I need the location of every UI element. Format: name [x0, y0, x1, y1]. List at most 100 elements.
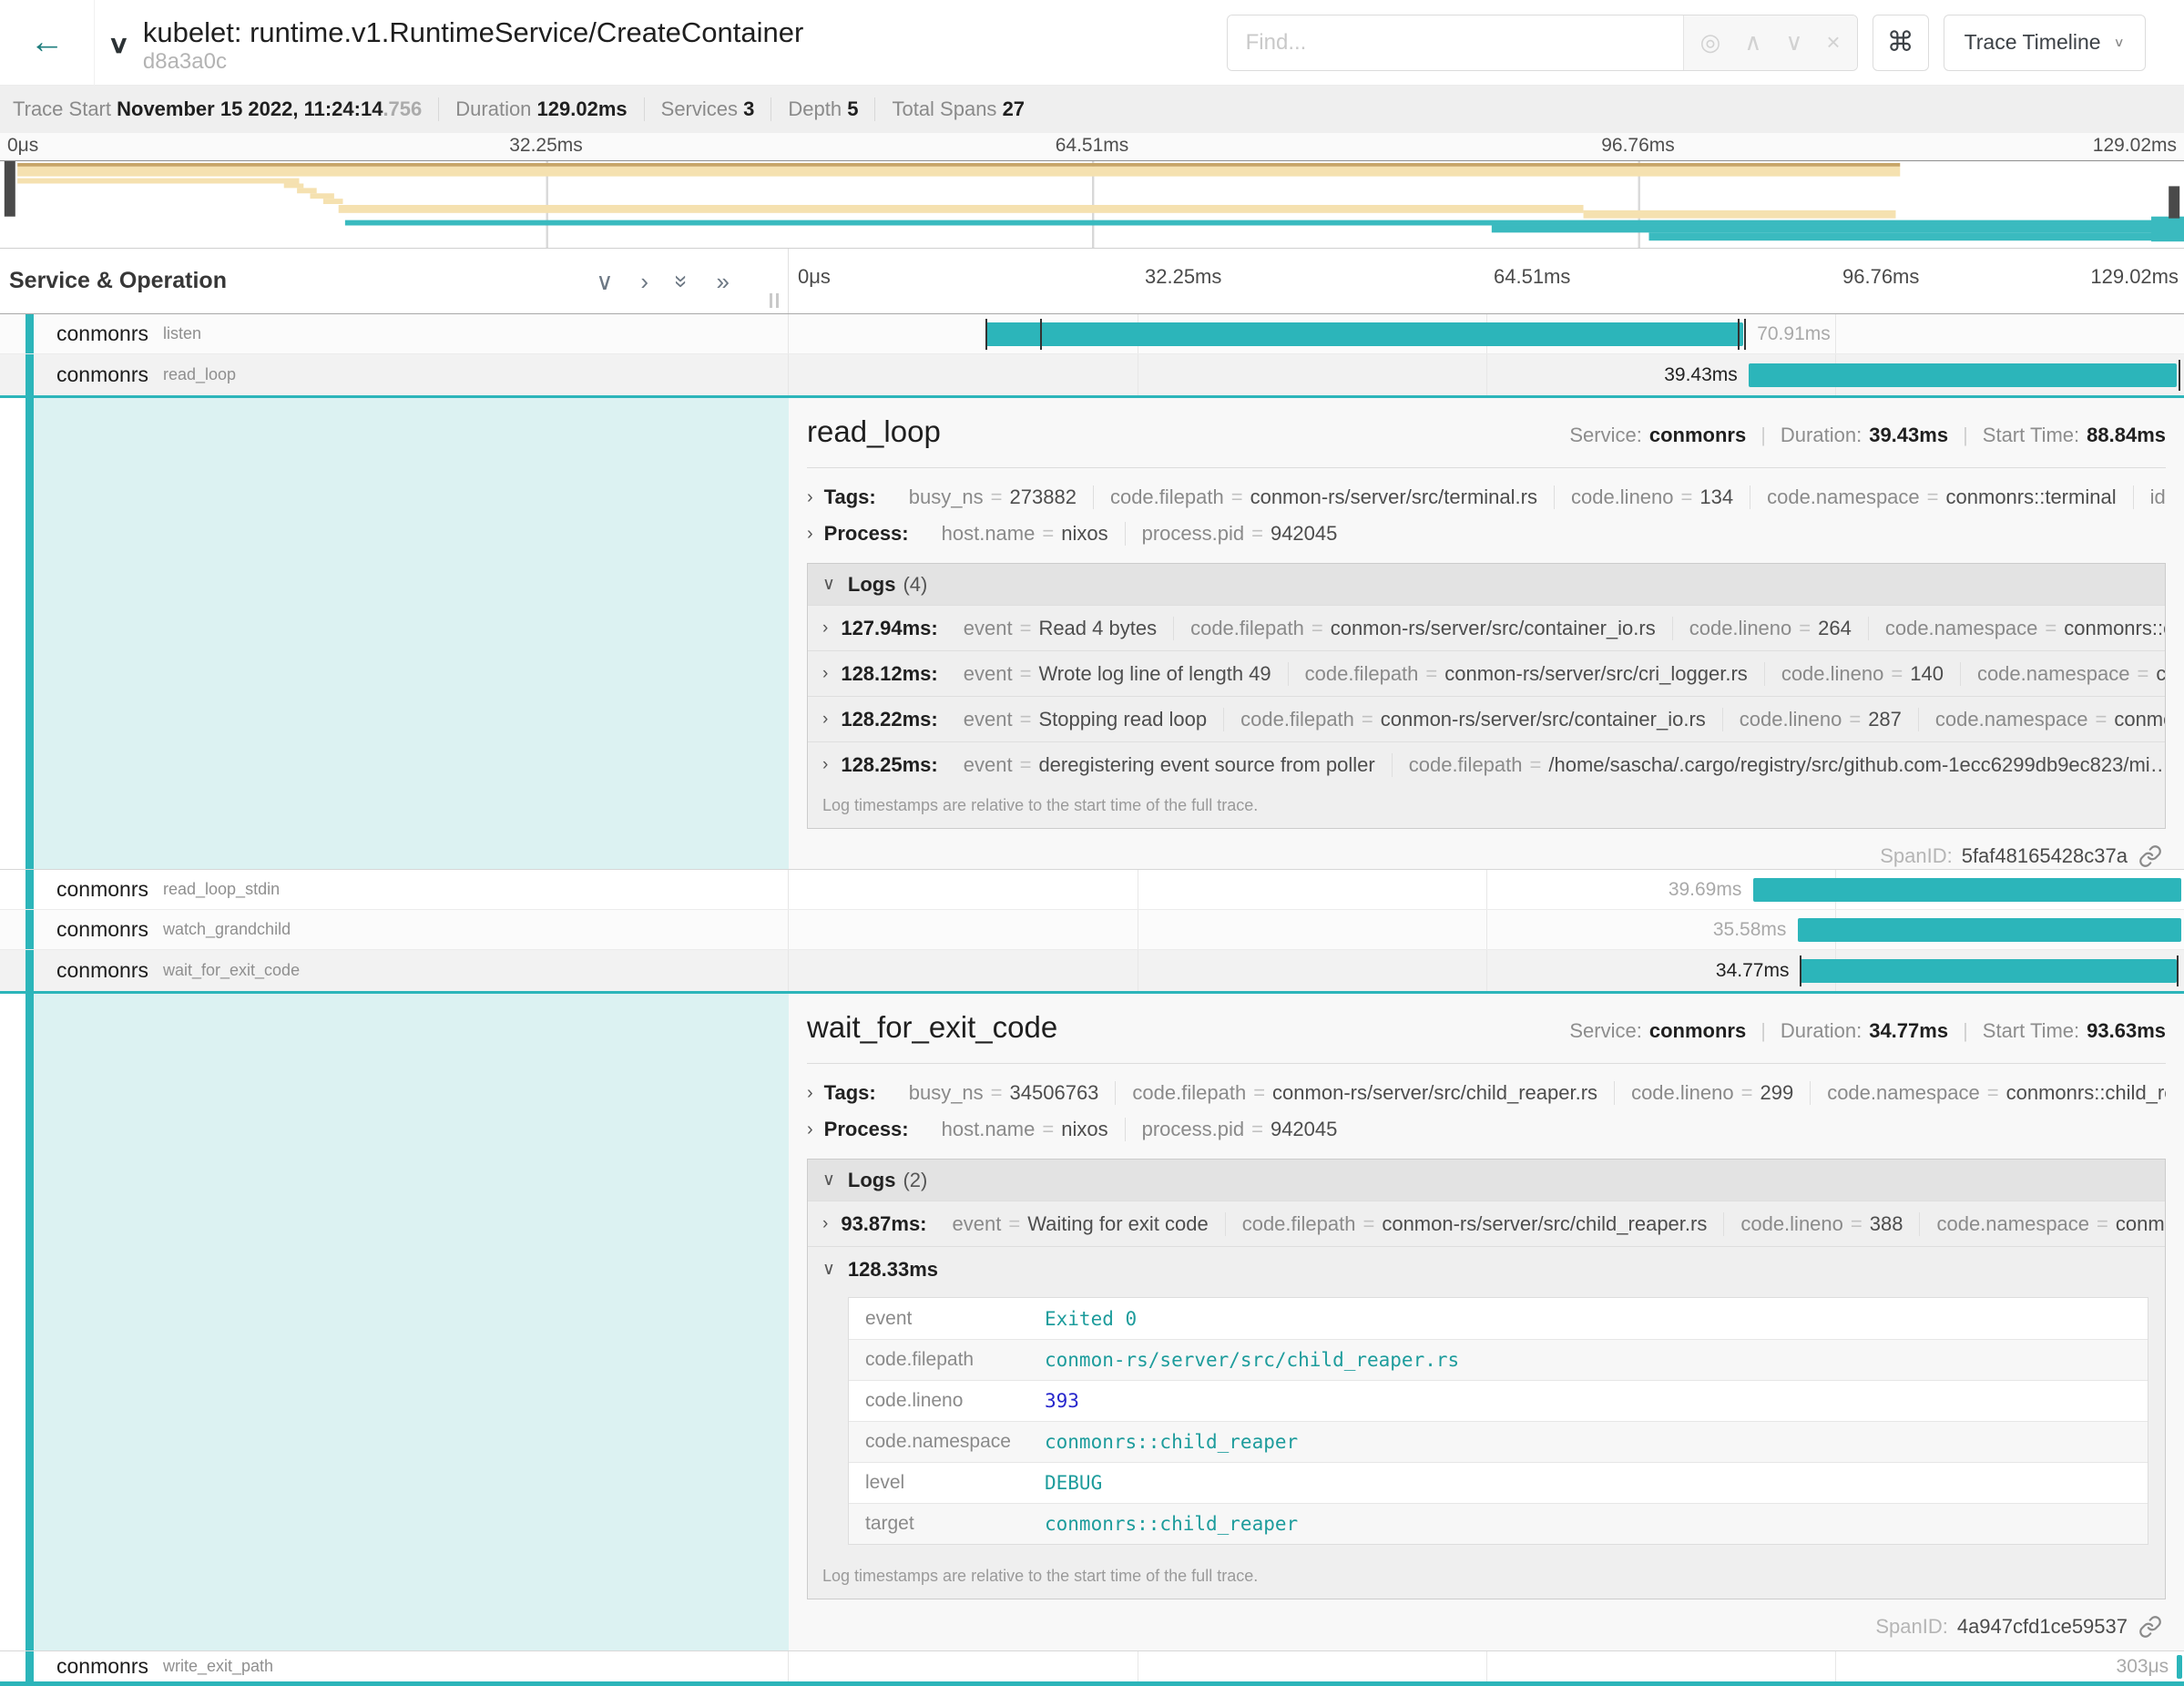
process-row[interactable]: › Process: host.name=nixos process.pid=9… — [807, 516, 2166, 552]
detail-title: wait_for_exit_code — [807, 1010, 1057, 1045]
chevron-right-icon: › — [807, 524, 813, 545]
trace-services: Services 3 — [645, 97, 772, 121]
timeline-tick: 0μs — [798, 265, 831, 289]
span-operation: write_exit_path — [163, 1657, 273, 1676]
logs-header[interactable]: ∨ Logs (2) — [808, 1160, 2165, 1201]
timeline-tick: 96.76ms — [1842, 265, 1919, 289]
logs-header[interactable]: ∨ Logs (4) — [808, 564, 2165, 605]
span-duration-label: 70.91ms — [1757, 323, 1831, 345]
logs-footer-note: Log timestamps are relative to the start… — [808, 1558, 2165, 1599]
page-title: kubelet: runtime.v1.RuntimeService/Creat… — [143, 15, 803, 49]
find-input[interactable] — [1228, 15, 1683, 70]
collapse-controls: ∨ › » » — [596, 270, 788, 293]
log-entry[interactable]: › 93.87ms: event=Waiting for exit code c… — [808, 1201, 2165, 1246]
prev-match-icon[interactable]: ∧ — [1744, 28, 1761, 56]
tags-row[interactable]: › Tags: busy_ns=273882 code.filepath=con… — [807, 479, 2166, 516]
detail-meta: Service:conmonrs | Duration:39.43ms | St… — [1569, 424, 2166, 447]
log-field-row: code.namespace conmonrs::child_reaper — [849, 1421, 2148, 1462]
collapse-title-chevron-icon[interactable]: ∨ — [107, 30, 130, 59]
span-service: conmonrs — [56, 877, 148, 902]
minimap-ruler: 0μs 32.25ms 64.51ms 96.76ms 129.02ms — [0, 133, 2184, 160]
service-operation-title: Service & Operation — [9, 268, 227, 294]
collapse-one-icon[interactable]: ∨ — [596, 270, 613, 293]
chevron-right-icon: › — [807, 1083, 813, 1104]
span-service: conmonrs — [56, 1654, 148, 1679]
deep-link-icon[interactable] — [2138, 1615, 2162, 1639]
back-arrow-icon: ← — [30, 23, 65, 62]
span-grid-header: Service & Operation ∨ › » » 0μs 32.25ms … — [0, 249, 2184, 314]
chevron-down-icon: ∨ — [822, 1170, 835, 1190]
timeline-tick: 32.25ms — [1145, 265, 1221, 289]
next-match-icon[interactable]: ∨ — [1785, 28, 1802, 56]
span-detail-read-loop: read_loop Service:conmonrs | Duration:39… — [0, 398, 2184, 870]
header-toolbar: ◎ ∧ ∨ × ⌘ Trace Timeline ∨ — [1227, 15, 2184, 71]
service-operation-header: Service & Operation ∨ › » » — [0, 249, 789, 313]
page-header: ← ∨ kubelet: runtime.v1.RuntimeService/C… — [0, 0, 2184, 86]
trace-id: d8a3a0c — [143, 49, 803, 76]
logs-panel: ∨ Logs (4) › 127.94ms: event=Read 4 byte… — [807, 563, 2166, 829]
detail-meta: Service:conmonrs | Duration:34.77ms | St… — [1569, 1019, 2166, 1043]
span-service: conmonrs — [56, 958, 148, 983]
span-duration-label: 39.69ms — [1669, 879, 1742, 901]
log-field-row: code.filepath conmon-rs/server/src/child… — [849, 1339, 2148, 1380]
logs-footer-note: Log timestamps are relative to the start… — [808, 787, 2165, 828]
collapse-all-icon[interactable]: » — [670, 274, 694, 287]
tags-row[interactable]: › Tags: busy_ns=34506763 code.filepath=c… — [807, 1075, 2166, 1111]
trace-title-block: ∨ kubelet: runtime.v1.RuntimeService/Cre… — [95, 10, 803, 76]
trace-duration: Duration 129.02ms — [439, 97, 644, 121]
log-fields-table: event Exited 0 code.filepath conmon-rs/s… — [848, 1297, 2148, 1545]
span-id-row: SpanID: 5faf48165428c37a — [807, 836, 2166, 869]
timeline-header: 0μs 32.25ms 64.51ms 96.76ms 129.02ms — [789, 249, 2184, 313]
focus-match-icon[interactable]: ◎ — [1700, 28, 1721, 56]
log-field-row: target conmonrs::child_reaper — [849, 1503, 2148, 1544]
chevron-down-icon: ∨ — [822, 574, 835, 595]
span-row-listen[interactable]: conmonrs listen 70.91ms — [0, 314, 2184, 354]
span-bar[interactable] — [1753, 878, 2181, 902]
span-service: conmonrs — [56, 363, 148, 387]
trace-timeline-page: ← ∨ kubelet: runtime.v1.RuntimeService/C… — [0, 0, 2184, 1686]
trace-depth: Depth 5 — [771, 97, 875, 121]
log-field-row: code.lineno 393 — [849, 1380, 2148, 1421]
log-entry[interactable]: › 128.25ms: event=deregistering event so… — [808, 741, 2165, 787]
span-bar[interactable] — [985, 322, 1743, 346]
column-resize-handle[interactable] — [770, 293, 779, 308]
span-bar[interactable] — [1798, 918, 2181, 942]
span-id-value: 4a947cfd1ce59537 — [1957, 1615, 2128, 1639]
ruler-tick: 129.02ms — [2093, 135, 2177, 157]
ruler-tick: 96.76ms — [1601, 135, 1675, 157]
span-duration-label: 303μs — [2117, 1656, 2169, 1678]
log-entry[interactable]: › 128.12ms: event=Wrote log line of leng… — [808, 650, 2165, 696]
process-row[interactable]: › Process: host.name=nixos process.pid=9… — [807, 1111, 2166, 1148]
view-selector-button[interactable]: Trace Timeline ∨ — [1944, 15, 2146, 71]
ruler-tick: 0μs — [7, 135, 38, 157]
command-icon: ⌘ — [1887, 26, 1914, 58]
span-row-write-exit-path[interactable]: conmonrs write_exit_path 303μs — [0, 1651, 2184, 1686]
span-duration-label: 34.77ms — [1716, 960, 1790, 982]
span-row-read-loop[interactable]: conmonrs read_loop 39.43ms — [0, 354, 2184, 398]
keyboard-shortcuts-button[interactable]: ⌘ — [1873, 15, 1929, 71]
detail-title: read_loop — [807, 414, 941, 449]
log-entry[interactable]: › 127.94ms: event=Read 4 bytes code.file… — [808, 605, 2165, 650]
ruler-tick: 32.25ms — [509, 135, 583, 157]
clear-find-icon[interactable]: × — [1826, 28, 1840, 56]
span-bar[interactable] — [1801, 959, 2177, 983]
back-button[interactable]: ← — [0, 0, 95, 86]
span-row-watch-grandchild[interactable]: conmonrs watch_grandchild 35.58ms — [0, 910, 2184, 950]
span-bar[interactable] — [2177, 1655, 2182, 1679]
chevron-right-icon: › — [822, 710, 828, 730]
chevron-right-icon: › — [822, 618, 828, 639]
span-color-accent — [26, 950, 34, 991]
log-entry[interactable]: › 128.22ms: event=Stopping read loop cod… — [808, 696, 2165, 741]
span-row-read-loop-stdin[interactable]: conmonrs read_loop_stdin 39.69ms — [0, 870, 2184, 910]
expand-one-icon[interactable]: › — [640, 270, 648, 293]
minimap-spans-graphic — [0, 161, 2184, 248]
chevron-right-icon: › — [807, 487, 813, 508]
deep-link-icon[interactable] — [2138, 844, 2162, 868]
log-entry-expanded[interactable]: ∨ 128.33ms — [808, 1246, 2165, 1292]
expand-all-icon[interactable]: » — [717, 270, 730, 293]
span-row-wait-for-exit-code[interactable]: conmonrs wait_for_exit_code 34.77ms — [0, 950, 2184, 994]
span-operation: read_loop_stdin — [163, 880, 280, 899]
trace-minimap[interactable] — [0, 160, 2184, 249]
span-color-accent — [26, 398, 34, 869]
span-bar[interactable] — [1749, 363, 2177, 387]
